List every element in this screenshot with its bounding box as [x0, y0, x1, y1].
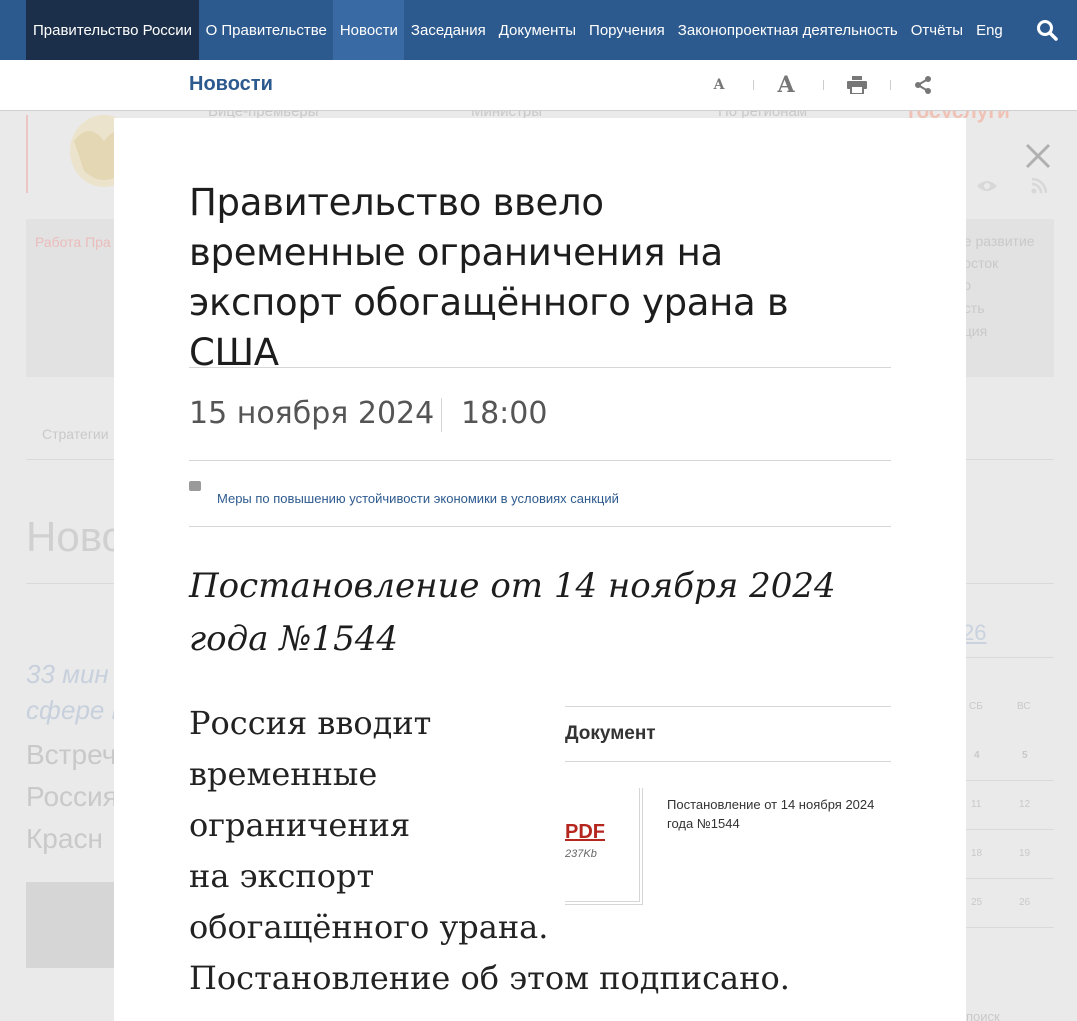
bg-calendar-cell: 12 — [1019, 799, 1031, 810]
bg-news-line: Россия — [26, 781, 118, 812]
bg-topic: ое развитие — [956, 233, 1035, 249]
bg-calendar-cell: 25 — [971, 897, 983, 908]
nav-instructions[interactable]: Поручения — [583, 0, 672, 60]
nav-home-link[interactable]: Правительство России — [26, 0, 200, 60]
lead-line: обогащённого урана. — [189, 908, 549, 946]
briefcase-icon — [189, 481, 201, 491]
document-block: Документ PDF 237Kb Постановление от 14 н… — [565, 706, 891, 905]
bg-work-link: Работа Пра — [35, 234, 111, 250]
bg-news-time: 33 мин — [26, 659, 109, 689]
print-icon — [847, 76, 867, 94]
bg-news-line: Встреч — [26, 739, 117, 770]
pdf-download[interactable]: PDF 237Kb — [565, 788, 643, 905]
nav-legislation[interactable]: Законопроектная деятельность — [671, 0, 904, 60]
bg-calendar-cell: 11 — [971, 799, 982, 810]
search-button[interactable] — [1017, 0, 1077, 60]
article-modal: Правительство ввело временные ограничени… — [114, 118, 966, 1021]
bg-divider — [966, 927, 1054, 928]
nav-news[interactable]: Новости — [333, 0, 405, 60]
bg-calendar-cell: СБ — [969, 701, 983, 712]
bg-divider — [966, 780, 1054, 781]
bg-divider — [966, 657, 1054, 658]
bg-calendar-cell: 4 — [974, 750, 980, 761]
bg-news-rubric: сфере в — [26, 695, 126, 725]
nav-documents[interactable]: Документы — [492, 0, 582, 60]
eye-icon — [977, 181, 997, 191]
bg-strategies: Стратегии — [42, 426, 109, 442]
bg-news-photo — [26, 882, 116, 968]
section-toolbar: Новости A A — [0, 60, 1077, 111]
nav-english[interactable]: Eng — [970, 0, 1010, 60]
article-time: 18:00 — [461, 396, 548, 431]
nav-meetings[interactable]: Заседания — [404, 0, 492, 60]
bg-calendar-cell: ВС — [1017, 701, 1031, 712]
toolbar-divider — [753, 80, 754, 90]
section-title[interactable]: Новости — [189, 73, 273, 96]
divider — [189, 367, 891, 368]
top-navigation: Правительство России О Правительстве Нов… — [0, 0, 1077, 60]
bg-search-label: поиск — [966, 1009, 1000, 1021]
divider — [189, 460, 891, 461]
lead-line: Постановление об этом подписано. — [189, 959, 790, 997]
topic-tag-link[interactable]: Меры по повышению устойчивости экономики… — [217, 491, 619, 506]
document-heading: Документ — [565, 706, 891, 762]
search-icon — [1037, 20, 1058, 41]
divider — [189, 526, 891, 527]
toolbar-divider — [890, 80, 891, 90]
lead-line: на экспорт — [189, 857, 375, 895]
bg-calendar-cell: 19 — [1019, 848, 1031, 859]
logo-accent-line — [26, 115, 28, 193]
bg-calendar-cell: 5 — [1022, 750, 1028, 761]
bg-divider — [966, 878, 1054, 879]
share-button[interactable] — [912, 72, 934, 98]
bg-news-heading: Ново — [26, 513, 125, 560]
bg-news-line: Красн — [26, 823, 103, 854]
toolbar-divider — [823, 80, 824, 90]
article-subtitle: Постановление от 14 ноября 2024 года №15… — [189, 566, 836, 659]
pdf-label[interactable]: PDF — [565, 821, 605, 844]
document-name[interactable]: Постановление от 14 ноября 2024 года №15… — [667, 795, 877, 833]
bg-divider — [966, 829, 1054, 830]
rss-icon — [1031, 178, 1047, 194]
font-increase-button[interactable]: A — [775, 72, 797, 98]
share-icon — [915, 76, 931, 94]
article-date: 15 ноября 2024 — [189, 396, 435, 431]
nav-reports[interactable]: Отчёты — [904, 0, 969, 60]
print-button[interactable] — [846, 72, 868, 98]
bg-calendar-cell: 18 — [971, 848, 983, 859]
file-size: 237Kb — [565, 848, 597, 860]
close-icon[interactable] — [1022, 140, 1054, 172]
date-time-divider — [441, 398, 442, 432]
font-decrease-button[interactable]: A — [711, 72, 727, 98]
article-headline: Правительство ввело временные ограничени… — [189, 181, 789, 374]
bg-calendar-cell: 26 — [1019, 897, 1031, 908]
nav-about[interactable]: О Правительстве — [199, 0, 333, 60]
